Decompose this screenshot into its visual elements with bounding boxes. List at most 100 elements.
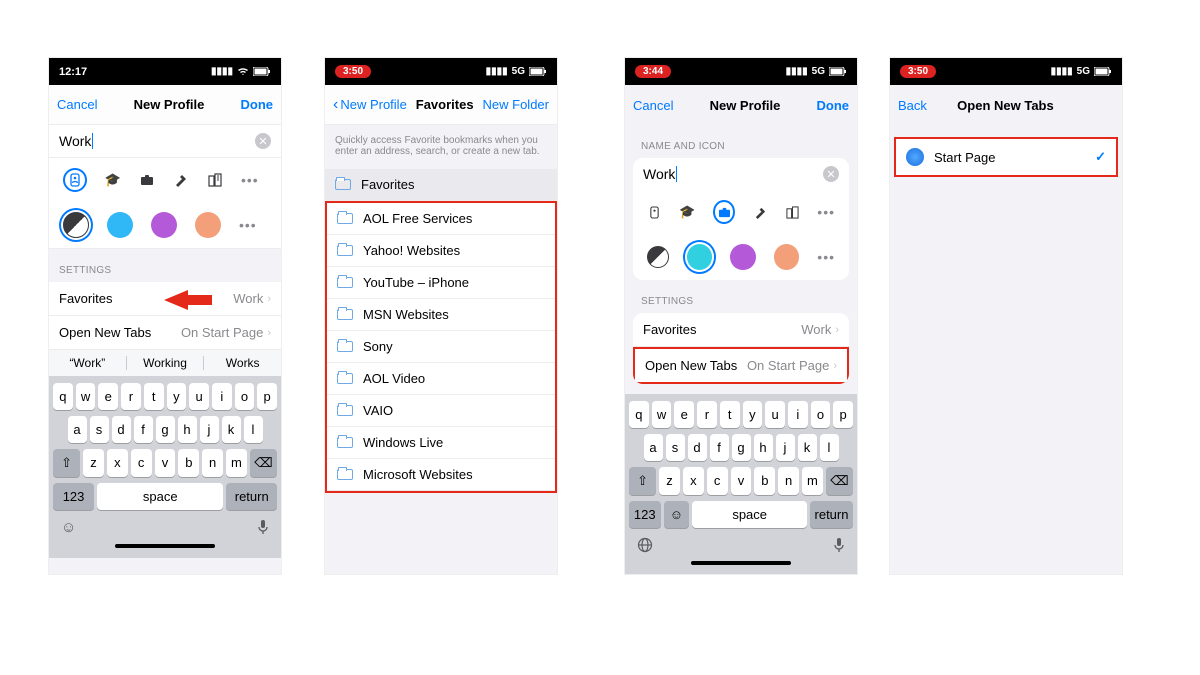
key-a[interactable]: a (644, 434, 663, 461)
key-v[interactable]: v (731, 467, 752, 495)
hammer-icon[interactable] (753, 204, 767, 220)
key-n[interactable]: n (778, 467, 799, 495)
done-button[interactable]: Done (240, 97, 273, 112)
key-w[interactable]: w (652, 401, 672, 428)
backspace-key[interactable]: ⌫ (826, 467, 853, 495)
open-new-tabs-row[interactable]: Open New Tabs On Start Page › (633, 347, 849, 384)
key-r[interactable]: r (121, 383, 141, 410)
key-c[interactable]: c (707, 467, 728, 495)
mic-icon[interactable] (257, 519, 269, 536)
key-l[interactable]: l (820, 434, 839, 461)
folder-row[interactable]: AOL Free Services (327, 203, 555, 235)
emoji-key[interactable]: ☺ (664, 501, 690, 528)
graduation-icon[interactable]: 🎓 (679, 204, 695, 220)
key-p[interactable]: p (833, 401, 853, 428)
folder-row[interactable]: Sony (327, 331, 555, 363)
key-f[interactable]: f (134, 416, 153, 443)
folder-row[interactable]: Windows Live (327, 427, 555, 459)
suggestion-2[interactable]: Working (127, 356, 205, 370)
emoji-icon[interactable]: ☺ (61, 519, 76, 536)
back-button[interactable]: ‹ New Profile (333, 96, 407, 114)
profile-name-input[interactable]: Work ✕ (633, 158, 849, 190)
key-p[interactable]: p (257, 383, 277, 410)
cancel-button[interactable]: Cancel (57, 97, 97, 112)
key-c[interactable]: c (131, 449, 152, 477)
key-i[interactable]: i (788, 401, 808, 428)
swatch-blue[interactable] (687, 244, 713, 270)
key-v[interactable]: v (155, 449, 176, 477)
keyboard[interactable]: qwertyuiop asdfghjkl ⇧zxcvbnm⌫ 123 ☺ spa… (625, 394, 857, 574)
swatch-orange[interactable] (195, 212, 221, 238)
space-key[interactable]: space (692, 501, 807, 528)
key-j[interactable]: j (200, 416, 219, 443)
shift-key[interactable]: ⇧ (53, 449, 80, 477)
return-key[interactable]: return (810, 501, 853, 528)
key-x[interactable]: x (683, 467, 704, 495)
folder-row[interactable]: MSN Websites (327, 299, 555, 331)
key-y[interactable]: y (167, 383, 187, 410)
more-colors-icon[interactable]: ••• (239, 217, 257, 233)
key-x[interactable]: x (107, 449, 128, 477)
hammer-icon[interactable] (173, 172, 189, 188)
open-new-tabs-row[interactable]: Open New Tabs On Start Page › (49, 316, 281, 350)
key-m[interactable]: m (802, 467, 823, 495)
more-icons-icon[interactable]: ••• (241, 172, 259, 188)
key-r[interactable]: r (697, 401, 717, 428)
num-key[interactable]: 123 (629, 501, 661, 528)
key-j[interactable]: j (776, 434, 795, 461)
cancel-button[interactable]: Cancel (633, 98, 673, 113)
key-b[interactable]: b (754, 467, 775, 495)
key-h[interactable]: h (754, 434, 773, 461)
swatch-purple[interactable] (730, 244, 756, 270)
suggestion-1[interactable]: “Work” (49, 356, 127, 370)
badge-icon[interactable] (647, 204, 661, 220)
more-colors-icon[interactable]: ••• (817, 249, 835, 265)
return-key[interactable]: return (226, 483, 277, 510)
favorites-row[interactable]: Favorites Work › (633, 313, 849, 347)
back-button[interactable]: Back (898, 98, 927, 113)
globe-icon[interactable] (637, 537, 653, 553)
swatch-purple[interactable] (151, 212, 177, 238)
key-s[interactable]: s (90, 416, 109, 443)
key-t[interactable]: t (144, 383, 164, 410)
key-s[interactable]: s (666, 434, 685, 461)
key-o[interactable]: o (235, 383, 255, 410)
profile-name-input[interactable]: Work ✕ (49, 125, 281, 158)
key-d[interactable]: d (688, 434, 707, 461)
mic-icon[interactable] (833, 537, 845, 553)
clear-icon[interactable]: ✕ (823, 166, 839, 182)
folder-row[interactable]: Yahoo! Websites (327, 235, 555, 267)
key-z[interactable]: z (659, 467, 680, 495)
key-i[interactable]: i (212, 383, 232, 410)
building-icon[interactable] (207, 172, 223, 188)
shift-key[interactable]: ⇧ (629, 467, 656, 495)
key-g[interactable]: g (156, 416, 175, 443)
backspace-key[interactable]: ⌫ (250, 449, 277, 477)
num-key[interactable]: 123 (53, 483, 94, 510)
swatch-default[interactable] (63, 212, 89, 238)
key-g[interactable]: g (732, 434, 751, 461)
key-k[interactable]: k (222, 416, 241, 443)
key-h[interactable]: h (178, 416, 197, 443)
start-page-row[interactable]: Start Page ✓ (896, 139, 1116, 175)
briefcase-icon[interactable] (713, 200, 735, 224)
key-k[interactable]: k (798, 434, 817, 461)
suggestion-3[interactable]: Works (204, 356, 281, 370)
key-a[interactable]: a (68, 416, 87, 443)
swatch-blue[interactable] (107, 212, 133, 238)
done-button[interactable]: Done (816, 98, 849, 113)
folder-row[interactable]: YouTube – iPhone (327, 267, 555, 299)
swatch-orange[interactable] (774, 244, 800, 270)
building-icon[interactable] (785, 204, 799, 220)
swatch-default[interactable] (647, 246, 669, 268)
badge-icon[interactable] (63, 168, 87, 192)
key-z[interactable]: z (83, 449, 104, 477)
key-b[interactable]: b (178, 449, 199, 477)
key-q[interactable]: q (53, 383, 73, 410)
folder-row[interactable]: Microsoft Websites (327, 459, 555, 491)
key-e[interactable]: e (674, 401, 694, 428)
key-f[interactable]: f (710, 434, 729, 461)
key-d[interactable]: d (112, 416, 131, 443)
favorites-title-row[interactable]: Favorites (325, 169, 557, 201)
key-u[interactable]: u (765, 401, 785, 428)
